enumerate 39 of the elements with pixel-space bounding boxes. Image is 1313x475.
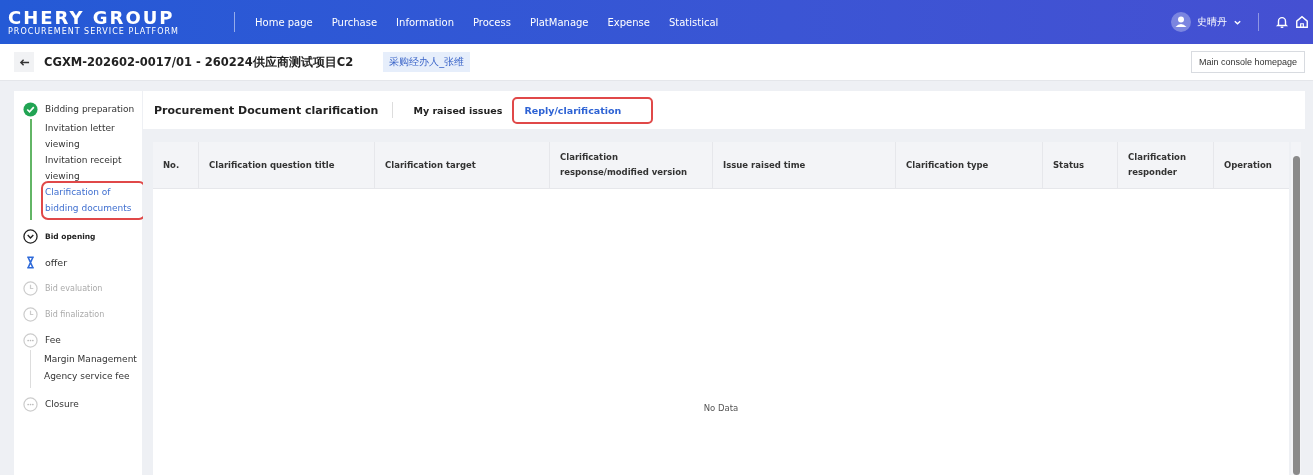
nav-link[interactable]: Information xyxy=(396,14,454,30)
project-title: CGXM-202602-0017/01 - 260224供应商测试项目C2 xyxy=(44,54,354,70)
logo-subtitle: PROCUREMENT SERVICE PLATFORM xyxy=(8,26,179,37)
nav-link[interactable]: Home page xyxy=(255,14,313,30)
nav-link[interactable]: Purchase xyxy=(331,14,378,30)
tab[interactable]: Reply/clarification xyxy=(514,98,652,122)
main-console-button[interactable]: Main console homepage xyxy=(1190,51,1305,73)
column-header: No. xyxy=(163,158,180,172)
step-label[interactable]: Fee xyxy=(45,335,61,345)
user-name[interactable]: 史晴丹 xyxy=(1197,15,1227,29)
substep-link[interactable]: Invitation receipt viewing xyxy=(45,153,142,184)
substep-link[interactable]: Invitation letter viewing xyxy=(45,121,142,152)
nav-link[interactable]: Statistical xyxy=(668,14,719,30)
column-header: Clarification type xyxy=(906,158,989,172)
column-header: Clarification target xyxy=(385,158,476,172)
step-label[interactable]: offer xyxy=(45,256,68,268)
empty-message: No Data xyxy=(703,403,739,413)
step-label[interactable]: Closure xyxy=(45,399,79,409)
column-header: Status xyxy=(1053,158,1085,172)
column-header: Operation xyxy=(1224,158,1272,172)
step-label[interactable]: Bidding preparation xyxy=(45,104,135,114)
role-tag: 采购经办人_张维 xyxy=(383,52,471,72)
nav-link[interactable]: Process xyxy=(473,14,511,30)
substep-link[interactable]: Agency service fee xyxy=(44,368,142,384)
tab[interactable]: My raised issues xyxy=(403,98,513,122)
column-header: Clarification response/modified version xyxy=(560,151,689,179)
nav-link[interactable]: Expense xyxy=(607,14,650,30)
scrollbar[interactable] xyxy=(1291,142,1301,475)
column-header: Clarification question title xyxy=(209,158,335,172)
bell-icon[interactable] xyxy=(1275,15,1289,29)
column-header: Clarification responder xyxy=(1128,151,1187,179)
logo-title: CHERY GROUP xyxy=(8,7,175,27)
back-button[interactable] xyxy=(14,52,34,72)
home-icon[interactable] xyxy=(1295,15,1309,29)
substep-link[interactable]: Margin Management xyxy=(44,352,142,368)
nav-link[interactable]: PlatManage xyxy=(529,14,589,30)
avatar-icon[interactable] xyxy=(1171,12,1191,32)
column-header: Issue raised time xyxy=(723,158,806,172)
panel-title: Procurement Document clarification xyxy=(154,103,379,117)
